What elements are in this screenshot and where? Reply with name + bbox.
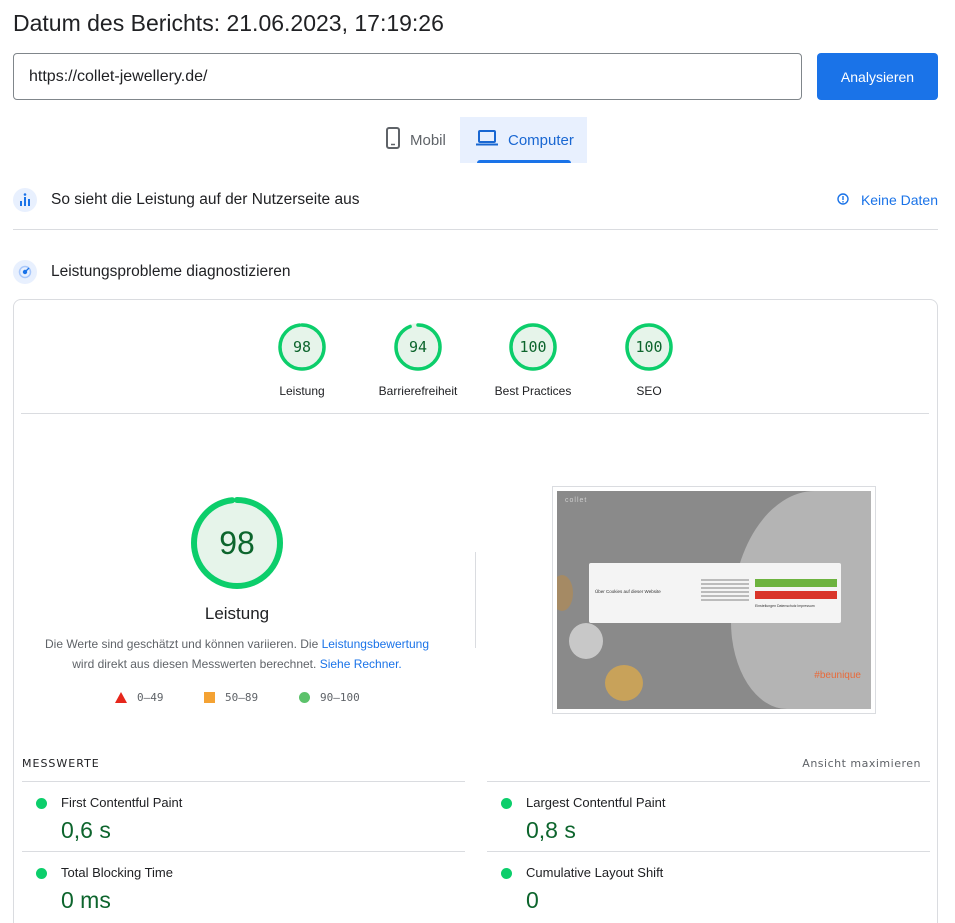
legend-average-label: 50–89 xyxy=(225,691,259,704)
section-divider xyxy=(13,229,938,230)
screenshot-image: collet Über Cookies auf dieser Website E… xyxy=(557,491,871,709)
gauge-ring: 100 xyxy=(509,323,557,371)
no-data-label: Keine Daten xyxy=(860,192,938,208)
metric-label: First Contentful Paint xyxy=(61,795,183,810)
active-tab-indicator xyxy=(477,160,571,163)
circle-icon xyxy=(36,798,47,809)
score-value: 100 xyxy=(635,338,662,356)
score-gauge-best-practices[interactable]: 100 Best Practices xyxy=(478,322,588,398)
score-value: 94 xyxy=(409,338,427,356)
tab-mobile[interactable]: Mobil xyxy=(370,117,462,163)
metric-value: 0 ms xyxy=(61,887,111,913)
circle-icon xyxy=(501,868,512,879)
circle-icon xyxy=(501,798,512,809)
score-gauge-seo[interactable]: 100 SEO xyxy=(594,322,704,398)
analyze-button[interactable]: Analysieren xyxy=(817,53,938,100)
metric-label: Largest Contentful Paint xyxy=(526,795,666,810)
smartphone-icon xyxy=(386,127,400,153)
metric-value: 0 xyxy=(526,887,539,913)
cookie-dialog: Über Cookies auf dieser Website Einstell… xyxy=(589,563,841,623)
performance-score: 98 xyxy=(219,525,255,561)
brand-hashtag: #beunique xyxy=(814,670,861,681)
gauge-ring: 94 xyxy=(394,323,442,371)
site-logo: collet xyxy=(565,497,588,504)
jewellery-image xyxy=(569,623,603,659)
score-label: SEO xyxy=(636,384,662,398)
gauge-ring: 98 xyxy=(191,497,283,589)
users-chart-icon xyxy=(13,188,37,212)
performance-gauge: 98 xyxy=(189,495,285,596)
no-data-link[interactable]: Keine Daten xyxy=(837,192,938,208)
url-input[interactable] xyxy=(13,53,802,100)
lab-data-title: Leistungsprobleme diagnostizieren xyxy=(51,263,291,280)
performance-title: Leistung xyxy=(204,604,270,623)
report-date-title: Datum des Berichts: 21.06.2023, 17:19:26 xyxy=(13,10,444,36)
triangle-icon xyxy=(115,692,127,703)
maximize-view-toggle[interactable]: Ansicht maximieren xyxy=(802,757,921,770)
score-label: Best Practices xyxy=(494,384,572,398)
vertical-separator xyxy=(475,552,476,648)
legend-good-label: 90–100 xyxy=(320,691,360,704)
legend-average: 50–89 xyxy=(204,691,258,704)
metric-tbt: Total Blocking Time 0 ms xyxy=(22,851,465,921)
circle-icon xyxy=(299,692,310,703)
score-gauge-accessibility[interactable]: 94 Barrierefreiheit xyxy=(363,322,473,398)
gauge-ring: 100 xyxy=(625,323,673,371)
accept-required-button xyxy=(755,591,837,599)
accept-all-button xyxy=(755,579,837,587)
metric-value: 0,6 s xyxy=(61,817,111,843)
metric-label: Cumulative Layout Shift xyxy=(526,865,664,880)
circle-icon xyxy=(36,868,47,879)
metric-label: Total Blocking Time xyxy=(61,865,173,880)
card-divider xyxy=(21,413,929,414)
jewellery-image xyxy=(557,575,573,611)
tab-desktop[interactable]: Computer xyxy=(460,117,587,163)
metric-value: 0,8 s xyxy=(526,817,576,843)
legend-good: 90–100 xyxy=(299,691,360,704)
tab-mobile-label: Mobil xyxy=(410,131,446,149)
info-icon xyxy=(837,192,849,208)
metrics-header: MESSWERTE xyxy=(22,757,100,770)
square-icon xyxy=(204,692,215,703)
field-data-title: So sieht die Leistung auf der Nutzerseit… xyxy=(51,191,360,208)
score-label: Leistung xyxy=(279,384,325,398)
calculator-link[interactable]: Siehe Rechner. xyxy=(320,657,402,671)
laptop-icon xyxy=(476,130,498,150)
score-label: Barrierefreiheit xyxy=(378,384,458,398)
cookie-dialog-title: Über Cookies auf dieser Website xyxy=(595,589,661,594)
desc-text: Die Werte sind geschätzt und können vari… xyxy=(44,637,322,651)
cookie-text xyxy=(701,579,749,603)
metric-lcp: Largest Contentful Paint 0,8 s xyxy=(487,781,930,851)
metric-cls: Cumulative Layout Shift 0 xyxy=(487,851,930,921)
desc-text: wird direkt aus diesen Messwerten berech… xyxy=(72,657,320,671)
legend-poor-label: 0–49 xyxy=(137,691,164,704)
performance-description: Die Werte sind geschätzt und können vari… xyxy=(40,634,434,674)
tab-desktop-label: Computer xyxy=(508,131,574,149)
lab-data-section: Leistungsprobleme diagnostizieren xyxy=(13,260,938,284)
cookie-links: Einstellungen Datenschutz Impressum xyxy=(755,604,815,608)
score-value: 98 xyxy=(293,338,311,356)
score-value: 100 xyxy=(519,338,546,356)
score-gauge-performance[interactable]: 98 Leistung xyxy=(247,322,357,398)
legend-poor: 0–49 xyxy=(115,691,164,704)
gauge-ring: 98 xyxy=(278,323,326,371)
page-screenshot: collet Über Cookies auf dieser Website E… xyxy=(552,486,876,714)
metric-fcp: First Contentful Paint 0,6 s xyxy=(22,781,465,851)
scoring-link[interactable]: Leistungsbewertung xyxy=(322,637,429,651)
jewellery-image xyxy=(605,665,643,701)
field-data-section: So sieht die Leistung auf der Nutzerseit… xyxy=(13,188,938,212)
diagnostics-icon xyxy=(13,260,37,284)
